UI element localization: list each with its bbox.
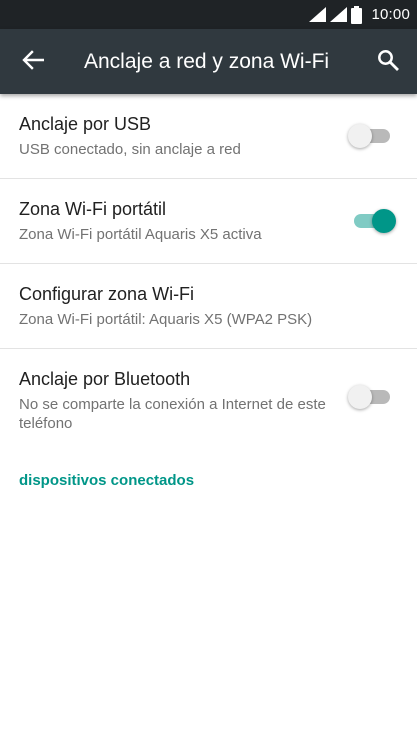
battery-icon	[351, 5, 363, 24]
setting-title: Anclaje por USB	[19, 114, 152, 134]
app-bar: Anclaje a red y zona Wi-Fi	[0, 29, 417, 94]
back-button[interactable]	[18, 47, 48, 77]
search-icon	[377, 49, 399, 76]
switch-thumb	[372, 209, 396, 233]
usb-tethering-switch[interactable]	[348, 124, 390, 148]
switch-thumb	[348, 385, 372, 409]
status-icons: 10:00	[309, 0, 410, 29]
setting-subtitle: Zona Wi-Fi portátil Aquaris X5 activa	[19, 226, 262, 243]
setting-subtitle: USB conectado, sin anclaje a red	[19, 141, 241, 158]
signal-icon	[309, 7, 327, 22]
signal-icon	[330, 7, 348, 22]
status-bar: 10:00	[0, 0, 417, 29]
setting-title: Configurar zona Wi-Fi	[19, 284, 195, 304]
setting-configure-hotspot[interactable]: Configurar zona Wi-Fi Zona Wi-Fi portáti…	[0, 264, 417, 349]
page-title: Anclaje a red y zona Wi-Fi	[84, 50, 330, 73]
bluetooth-tethering-switch[interactable]	[348, 385, 390, 409]
setting-usb-tethering[interactable]: Anclaje por USB USB conectado, sin ancla…	[0, 94, 417, 179]
portable-hotspot-switch[interactable]	[354, 209, 396, 233]
status-time: 10:00	[371, 6, 410, 23]
setting-title: Zona Wi-Fi portátil	[19, 199, 167, 219]
settings-list: Anclaje por USB USB conectado, sin ancla…	[0, 94, 417, 489]
connected-devices-link[interactable]: dispositivos conectados	[19, 472, 194, 489]
setting-title: Anclaje por Bluetooth	[19, 369, 191, 389]
screen: 10:00 Anclaje a red y zona Wi-Fi Anclaje…	[0, 0, 417, 742]
setting-subtitle: Zona Wi-Fi portátil: Aquaris X5 (WPA2 PS…	[19, 311, 313, 328]
search-button[interactable]	[373, 47, 403, 77]
setting-bluetooth-tethering[interactable]: Anclaje por Bluetooth No se comparte la …	[0, 349, 417, 449]
arrow-left-icon	[22, 49, 45, 75]
switch-thumb	[348, 124, 372, 148]
setting-portable-hotspot[interactable]: Zona Wi-Fi portátil Zona Wi-Fi portátil …	[0, 179, 417, 264]
setting-subtitle: No se comparte la conexión a Internet de…	[19, 396, 326, 432]
